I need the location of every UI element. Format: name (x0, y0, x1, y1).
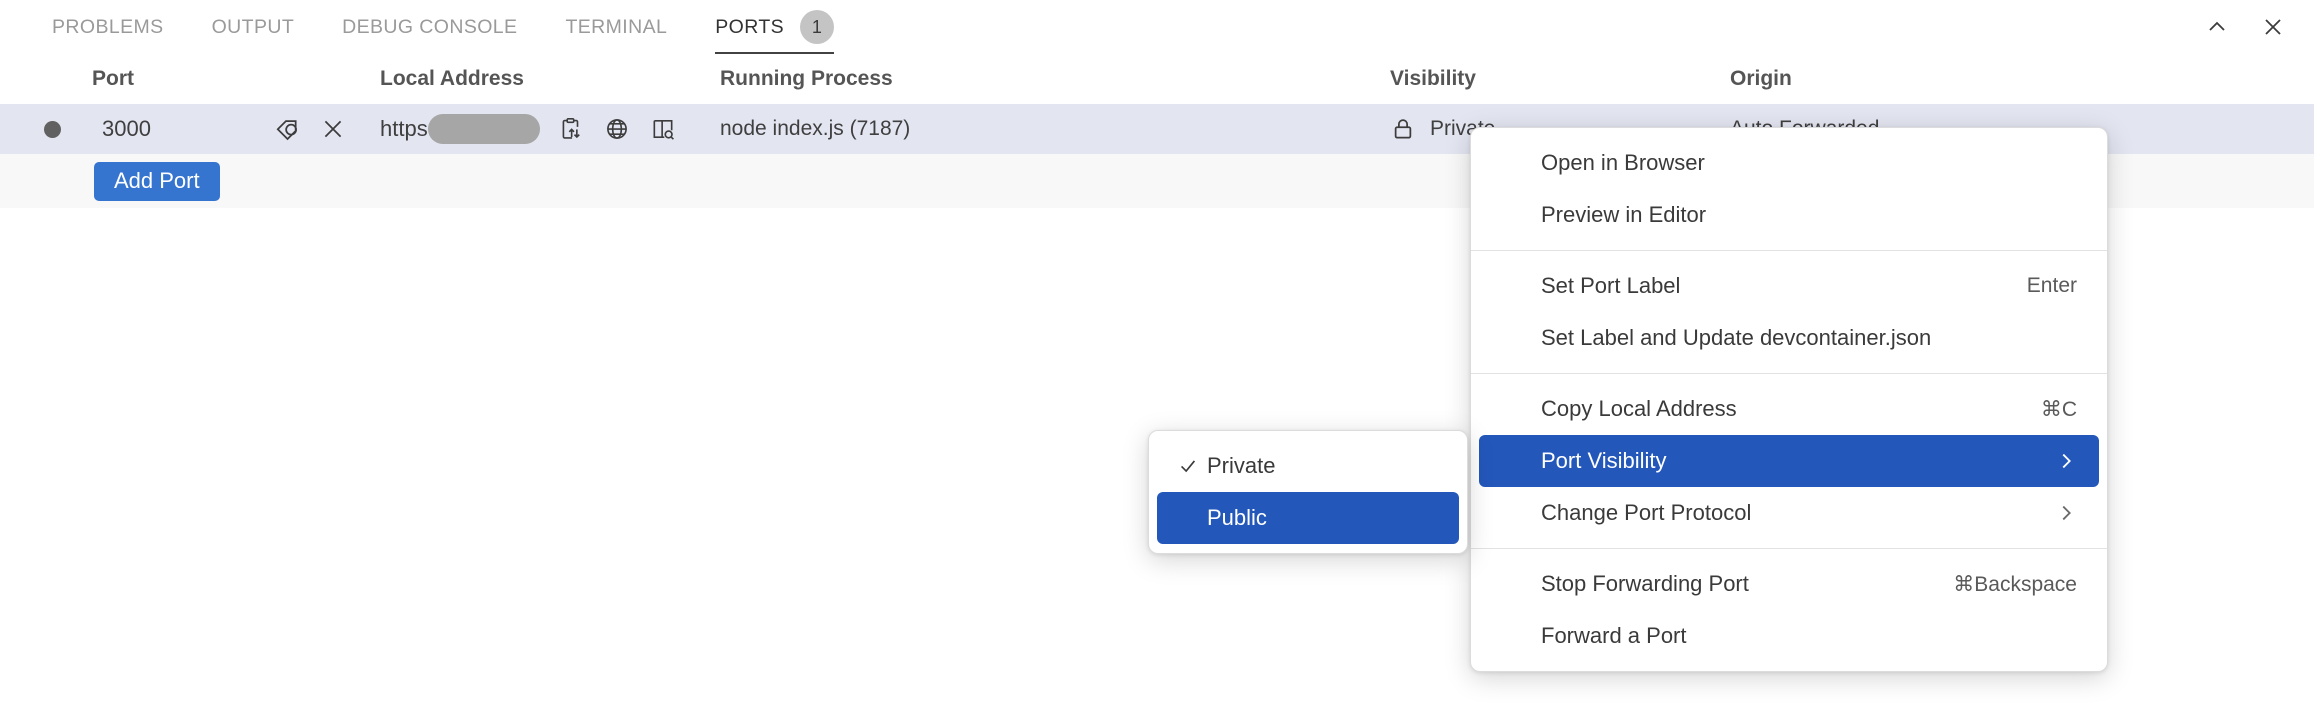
cell-running-process: node index.js (7187) (720, 117, 911, 140)
chevron-up-icon[interactable] (2202, 12, 2232, 42)
menu-item-label: Open in Browser (1541, 150, 1705, 175)
panel-tab-badge: 1 (800, 10, 835, 44)
submenu-item-public[interactable]: Public (1157, 492, 1459, 544)
column-header-port[interactable]: Port (0, 67, 380, 91)
submenu-item-private[interactable]: Private (1157, 440, 1459, 492)
cell-local-address: https: (380, 114, 720, 144)
menu-item-forward-a-port[interactable]: Forward a Port (1479, 610, 2099, 662)
menu-separator (1471, 548, 2107, 549)
port-context-menu: Open in Browser Preview in Editor Set Port… (1470, 127, 2108, 672)
menu-item-port-visibility[interactable]: Port Visibility (1479, 435, 2099, 487)
menu-separator (1471, 373, 2107, 374)
panel-tab-label: OUTPUT (211, 15, 295, 38)
menu-item-label: Copy Local Address (1541, 396, 1737, 421)
menu-item-open-in-browser[interactable]: Open in Browser (1479, 137, 2099, 189)
copy-clipboard-icon[interactable] (556, 114, 586, 144)
close-icon[interactable] (318, 114, 348, 144)
menu-item-label: Set Port Label (1541, 273, 1681, 298)
menu-separator (1471, 250, 2107, 251)
port-visibility-submenu: Private Public (1148, 430, 1468, 554)
menu-item-shortcut: ⌘C (2040, 397, 2077, 421)
check-icon (1171, 455, 1205, 477)
chevron-right-icon (2055, 450, 2077, 472)
column-header-local-address[interactable]: Local Address (380, 67, 720, 91)
panel-tab-label: PORTS (715, 15, 785, 38)
menu-item-label: Forward a Port (1541, 623, 1687, 648)
globe-icon[interactable] (602, 114, 632, 144)
lock-icon (1390, 116, 1416, 142)
panel-tab-bar: PROBLEMS OUTPUT DEBUG CONSOLE TERMINAL PORTS… (0, 0, 2314, 54)
menu-item-change-port-protocol[interactable]: Change Port Protocol (1479, 487, 2099, 539)
menu-item-set-port-label[interactable]: Set Port Label Enter (1479, 260, 2099, 312)
submenu-item-label: Private (1207, 453, 1276, 478)
cell-port: 3000 (0, 114, 380, 144)
address-action-icons (556, 114, 678, 144)
menu-item-copy-local-address[interactable]: Copy Local Address ⌘C (1479, 383, 2099, 435)
panel-tab-ports[interactable]: PORTS 1 (691, 0, 858, 54)
panel-tab-label: TERMINAL (565, 15, 668, 38)
chevron-right-icon (2055, 502, 2077, 524)
panel-tab-problems[interactable]: PROBLEMS (28, 0, 188, 54)
column-header-visibility[interactable]: Visibility (1390, 67, 1730, 91)
panel-tab-actions (2202, 0, 2288, 54)
panel-tab-terminal[interactable]: TERMINAL (541, 0, 691, 54)
port-number: 3000 (102, 116, 151, 141)
panel-tab-debug-console[interactable]: DEBUG CONSOLE (318, 0, 541, 54)
column-header-running-process[interactable]: Running Process (720, 67, 1390, 91)
menu-item-label: Preview in Editor (1541, 202, 1707, 227)
tag-icon[interactable] (272, 114, 302, 144)
table-header-row: Port Local Address Running Process Visib… (0, 54, 2314, 104)
circle-filled-icon (44, 120, 61, 138)
menu-item-label: Stop Forwarding Port (1541, 571, 1749, 596)
column-header-origin[interactable]: Origin (1730, 67, 2314, 91)
add-port-button[interactable]: Add Port (94, 161, 220, 201)
menu-item-set-label-and-update-devcontainer-json[interactable]: Set Label and Update devcontainer.json (1479, 312, 2099, 364)
row-action-icons (272, 114, 380, 144)
menu-item-stop-forwarding-port[interactable]: Stop Forwarding Port ⌘Backspace (1479, 558, 2099, 610)
redacted-address-bar (427, 114, 540, 144)
close-icon[interactable] (2258, 12, 2288, 42)
local-address-text: https: (380, 116, 434, 141)
preview-in-editor-icon[interactable] (648, 114, 678, 144)
menu-item-shortcut: Enter (2026, 274, 2077, 297)
panel-tab-label: DEBUG CONSOLE (342, 15, 518, 38)
menu-item-label: Port Visibility (1541, 448, 1667, 473)
menu-item-shortcut: ⌘Backspace (1953, 572, 2077, 596)
panel-tab-output[interactable]: OUTPUT (188, 0, 319, 54)
panel-tab-label: PROBLEMS (52, 15, 164, 38)
menu-item-label: Change Port Protocol (1541, 500, 1752, 525)
menu-item-preview-in-editor[interactable]: Preview in Editor (1479, 189, 2099, 241)
menu-item-label: Set Label and Update devcontainer.json (1541, 325, 1932, 350)
submenu-item-label: Public (1207, 505, 1267, 530)
